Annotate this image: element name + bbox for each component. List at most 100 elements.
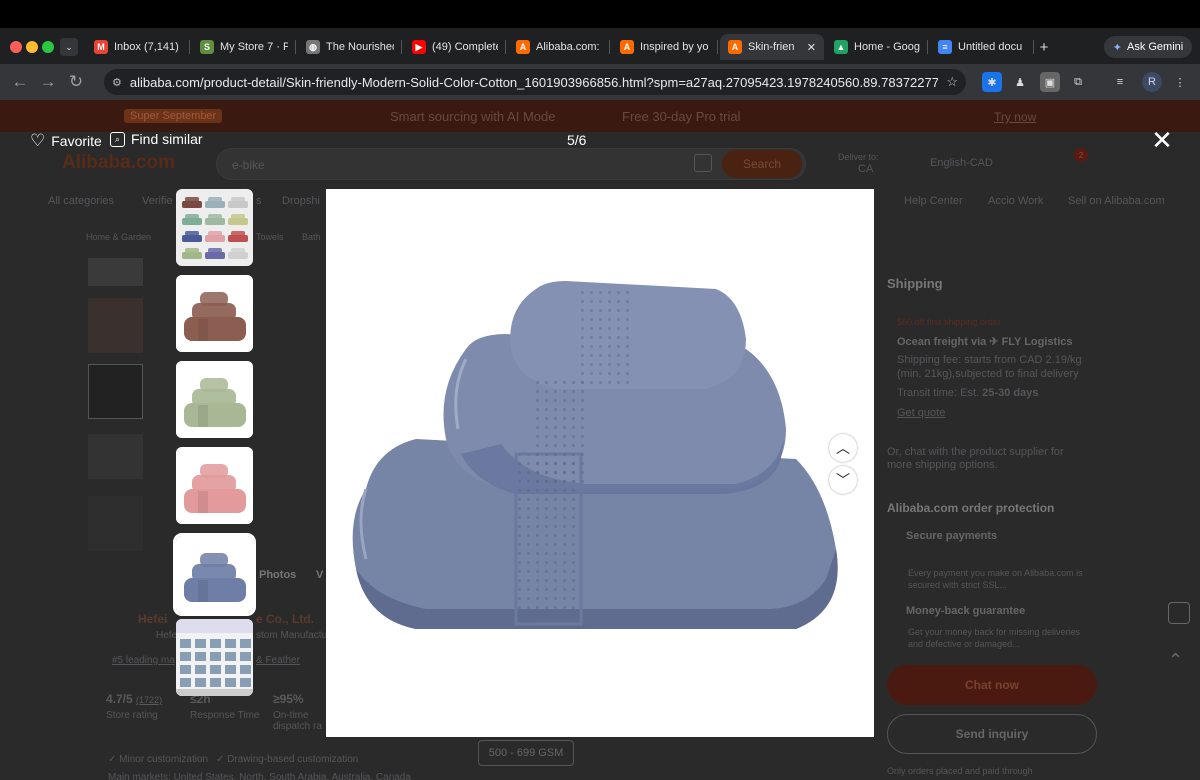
alibaba-icon: A	[620, 40, 634, 54]
thumb-color-grid[interactable]	[176, 189, 253, 266]
reading-list-icon[interactable]: ≡	[1110, 72, 1130, 92]
bg-crumb-bath: Bath	[302, 232, 321, 242]
gemini-icon: ✦	[1112, 41, 1122, 54]
tab-label: Untitled docu	[958, 41, 1023, 53]
thumb-factory[interactable]	[176, 619, 253, 696]
ask-gemini-button[interactable]: ✦ Ask Gemini	[1104, 36, 1192, 58]
alibaba-icon: A	[516, 40, 530, 54]
bg-dispatch-label: On-time dispatch ra	[273, 710, 322, 732]
back-button[interactable]: ←	[8, 70, 32, 94]
maximize-window-button[interactable]	[42, 41, 54, 53]
bg-location: Hefe	[156, 630, 178, 641]
tab-9[interactable]: ≡ Untitled docu	[930, 34, 1034, 60]
drive-icon: ▲	[834, 40, 848, 54]
alibaba-logo: Alibaba.com	[62, 152, 175, 173]
bg-money-desc: Get your money back for missing deliveri…	[908, 627, 1081, 649]
forward-button[interactable]: →	[36, 70, 60, 94]
tab-8[interactable]: ▲ Home - Googl	[826, 34, 928, 60]
prev-image-button[interactable]: ︿	[829, 434, 857, 462]
bg-accio-work: Accio Work	[988, 195, 1044, 207]
bg-dispatch-value: ≥95%	[273, 692, 304, 706]
bg-search-placeholder: e-bike	[232, 158, 265, 172]
bg-thumb-video	[88, 496, 143, 551]
blue-towel-stack-image	[352, 281, 838, 629]
thumb-sage-towels[interactable]	[176, 361, 253, 438]
tab-label: The Nourished	[326, 41, 394, 53]
bg-country: CA	[858, 163, 874, 175]
bg-shipping-fee: Shipping fee: starts from CAD 2.19/kg (m…	[897, 354, 1082, 380]
tab-label: My Store 7 · Pa	[220, 41, 288, 53]
bg-coupon: $60 off first shipping order	[897, 317, 1001, 327]
bg-response-label: Response Time	[190, 710, 260, 721]
site-info-icon[interactable]: ⚙	[112, 76, 122, 89]
close-viewer-icon[interactable]: ✕	[1150, 127, 1174, 153]
tab-5[interactable]: A Alibaba.com: I	[508, 34, 610, 60]
bg-crumb-towels: Towels	[256, 232, 284, 242]
bg-thumb-3	[88, 364, 143, 419]
shopify-icon: S	[200, 40, 214, 54]
extension-square-icon[interactable]: ▣	[1040, 72, 1060, 92]
tab-3[interactable]: ◍ The Nourished	[298, 34, 402, 60]
top-strip	[0, 0, 1200, 28]
bg-videos-tab: V	[316, 569, 324, 581]
bg-store-rating-label: Store rating	[106, 710, 158, 721]
tab-4[interactable]: ▶ (49) Complete	[404, 34, 506, 60]
bg-transit-value: 25-30 days	[982, 387, 1039, 399]
alibaba-icon: A	[728, 40, 742, 54]
bg-custom-minor-text: Minor customization	[119, 754, 209, 765]
bookmark-star-icon[interactable]: ☆	[946, 74, 958, 90]
bg-gsm-option: 500 - 699 GSM	[478, 740, 574, 766]
profile-avatar[interactable]: R	[1142, 72, 1162, 92]
bg-deliver-to: Deliver to:	[838, 152, 879, 162]
chevron-down-icon: ﹀	[836, 472, 850, 488]
thumb-pink-towels[interactable]	[176, 447, 253, 524]
tab-separator	[189, 40, 190, 54]
thumb-blue-towels[interactable]	[173, 533, 256, 616]
bg-custom-drawing: ✓ Drawing-based customization	[216, 754, 359, 765]
bg-sell: Sell on Alibaba.com	[1068, 195, 1165, 207]
tab-1[interactable]: M Inbox (7,141)	[86, 34, 190, 60]
tab-6[interactable]: A Inspired by yo	[612, 34, 718, 60]
address-bar[interactable]: ⚙ alibaba.com/product-detail/Skin-friend…	[104, 69, 966, 95]
bg-send-inquiry: Send inquiry	[887, 714, 1097, 754]
bg-money-back: Money-back guarantee	[906, 605, 1026, 617]
close-window-button[interactable]	[10, 41, 22, 53]
tab-2[interactable]: S My Store 7 · Pa	[192, 34, 296, 60]
minimize-window-button[interactable]	[26, 41, 38, 53]
reload-button[interactable]: ↻	[64, 70, 88, 94]
bg-help-center: Help Center	[904, 195, 963, 207]
bg-secure-payments: Secure payments	[906, 530, 998, 542]
find-similar-button[interactable]: ⌕ Find similar	[110, 131, 203, 147]
tab-separator	[401, 40, 402, 54]
favorite-button[interactable]: ♡ Favorite	[30, 131, 102, 151]
tab-label: Home - Googl	[854, 41, 920, 53]
close-tab-icon[interactable]: ✕	[807, 41, 816, 54]
thumb-brown-towels[interactable]	[176, 275, 253, 352]
bg-custom-drawing-text: Drawing-based customization	[227, 754, 359, 765]
new-tab-button[interactable]: +	[1034, 38, 1054, 56]
bg-get-quote: Get quote	[897, 407, 946, 419]
tab-search-icon[interactable]: ⌄	[60, 38, 78, 56]
accessibility-icon[interactable]: ♟	[1010, 72, 1030, 92]
bg-chat-more: Or, chat with the product supplier for m…	[887, 446, 1064, 471]
url-text[interactable]: alibaba.com/product-detail/Skin-friendly…	[130, 75, 938, 90]
image-counter: 5/6	[567, 132, 587, 148]
bg-custom-minor: ✓ Minor customization	[108, 754, 209, 765]
bg-logistics: Ocean freight via ✈ FLY Logistics	[897, 336, 1073, 348]
globe-icon: ◍	[306, 40, 320, 54]
bg-footer-note: Only orders placed and paid through	[887, 766, 1033, 776]
heart-icon: ♡	[30, 131, 46, 150]
tab-7[interactable]: A Skin-frien ✕	[720, 34, 824, 60]
bg-main-markets: Main markets: United States, North, Sout…	[108, 772, 411, 780]
next-image-button[interactable]: ﹀	[829, 466, 857, 494]
extensions-puzzle-icon[interactable]: ⧉	[1068, 72, 1088, 92]
extension-blue-icon[interactable]: ✱	[982, 72, 1002, 92]
bg-photos-tab: Photos	[259, 569, 297, 581]
find-similar-label: Find similar	[131, 131, 203, 147]
tab-label: Skin-frien	[748, 41, 795, 53]
tab-label: (49) Complete	[432, 41, 498, 53]
bg-manufacturer: stom Manufactu	[256, 630, 328, 641]
browser-menu-icon[interactable]: ⋮	[1170, 72, 1190, 92]
tab-separator	[717, 40, 718, 54]
bg-thumb-2	[88, 298, 143, 353]
